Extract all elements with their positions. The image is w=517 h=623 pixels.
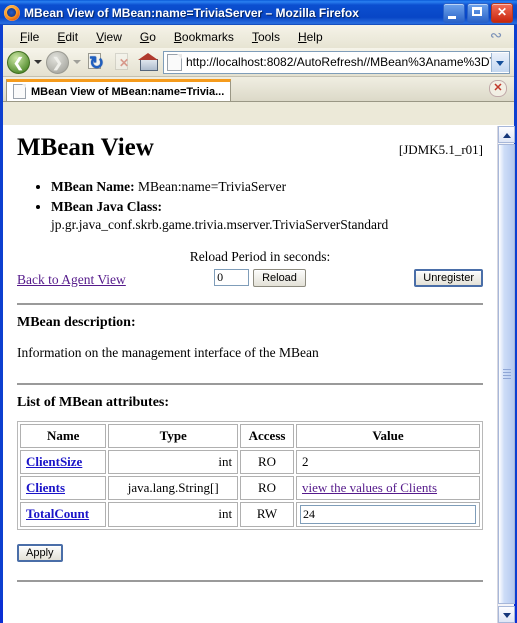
browser-window: MBean View of MBean:name=TriviaServer – … — [0, 0, 517, 623]
scrollbar-thumb[interactable] — [498, 144, 515, 604]
table-header-row: Name Type Access Value — [20, 423, 480, 448]
reload-period-controls: Reload — [160, 268, 360, 287]
column-header-access: Access — [240, 423, 294, 448]
scroll-up-icon[interactable] — [498, 126, 515, 143]
column-header-value: Value — [296, 423, 480, 448]
column-header-type: Type — [108, 423, 239, 448]
mbean-name-value: MBean:name=TriviaServer — [137, 179, 287, 194]
mbean-description-text: Information on the management interface … — [17, 344, 319, 360]
tab-label: MBean View of MBean:name=Trivia... — [31, 85, 225, 98]
list-item-mbean-name: MBean Name: MBean:name=TriviaServer — [51, 178, 483, 196]
navigation-toolbar: ❮ ❯ http://localhost:8082/AutoRefresh//M… — [3, 48, 514, 77]
menu-item-bookmarks[interactable]: Bookmarks — [165, 28, 243, 46]
menu-item-view[interactable]: View — [87, 28, 131, 46]
cell-attribute-access: RO — [240, 475, 294, 500]
forward-arrow-icon: ❯ — [46, 51, 69, 74]
apply-button[interactable]: Apply — [17, 543, 63, 562]
page-title: MBean View — [17, 134, 154, 161]
forward-history-dropdown[interactable] — [71, 50, 82, 74]
page-viewport: MBean View [JDMK5.1_r01] MBean Name: MBe… — [3, 125, 515, 623]
cell-attribute-value: 2 — [296, 449, 480, 474]
menu-item-tools[interactable]: Tools — [243, 28, 289, 46]
divider-top — [17, 302, 483, 305]
table-row: ClientSize int RO 2 — [20, 449, 480, 474]
url-dropdown-icon[interactable] — [491, 52, 509, 72]
scroll-down-icon[interactable] — [498, 606, 515, 623]
divider-middle — [17, 382, 483, 385]
browser-chrome: File Edit View Go Bookmarks Tools Help ∾… — [3, 25, 515, 623]
column-header-name: Name — [20, 423, 107, 448]
back-button[interactable]: ❮ — [6, 50, 30, 74]
divider-bottom — [17, 579, 483, 582]
cell-attribute-type: int — [108, 449, 239, 474]
tab-favicon-icon — [13, 84, 26, 99]
back-history-dropdown[interactable] — [32, 50, 43, 74]
tab-bar: MBean View of MBean:name=Trivia... ✕ — [3, 77, 514, 102]
attributes-table: Name Type Access Value ClientSize int RO… — [17, 420, 483, 530]
attributes-title: List of MBean attributes: — [17, 394, 170, 410]
cell-attribute-name: TotalCount — [20, 501, 107, 527]
firefox-brand-icon: ∾ — [489, 27, 503, 44]
minimize-button[interactable] — [443, 2, 465, 23]
address-bar[interactable]: http://localhost:8082/AutoRefresh//MBean… — [163, 50, 510, 74]
stop-icon — [110, 50, 134, 74]
table-row: Clients java.lang.String[] RO view the v… — [20, 475, 480, 500]
mbean-name-label: MBean Name: — [51, 179, 135, 194]
menu-bar: File Edit View Go Bookmarks Tools Help ∾ — [3, 25, 514, 48]
cell-attribute-access: RW — [240, 501, 294, 527]
back-arrow-icon: ❮ — [7, 51, 30, 74]
cell-attribute-name: Clients — [20, 475, 107, 500]
reload-period-label: Reload Period in seconds: — [189, 248, 331, 264]
page-content: MBean View [JDMK5.1_r01] MBean Name: MBe… — [3, 126, 497, 623]
reload-icon[interactable] — [84, 50, 108, 74]
cell-attribute-value: view the values of Clients — [296, 475, 480, 500]
mbean-info-list: MBean Name: MBean:name=TriviaServer MBea… — [17, 178, 483, 235]
page-favicon-icon — [167, 53, 182, 71]
attribute-link-clients[interactable]: Clients — [26, 480, 65, 495]
close-button[interactable] — [491, 2, 513, 23]
menu-item-file[interactable]: File — [11, 28, 48, 46]
view-values-of-clients-link[interactable]: view the values of Clients — [302, 480, 437, 495]
list-item-mbean-class: MBean Java Class: jp.gr.java_conf.skrb.g… — [51, 198, 483, 234]
apply-row: Apply — [17, 543, 483, 562]
reload-button[interactable]: Reload — [253, 268, 306, 287]
tab-active[interactable]: MBean View of MBean:name=Trivia... — [6, 79, 232, 101]
vertical-scrollbar[interactable] — [497, 126, 515, 623]
mbean-description-title: MBean description: — [17, 314, 136, 330]
controls-row: Back to Agent View Reload Period in seco… — [17, 249, 483, 293]
cell-attribute-access: RO — [240, 449, 294, 474]
url-input[interactable]: http://localhost:8082/AutoRefresh//MBean… — [186, 55, 491, 69]
reload-period-input[interactable] — [214, 269, 250, 287]
cell-attribute-type: int — [108, 501, 239, 527]
window-controls — [443, 2, 513, 23]
mbean-class-label: MBean Java Class: — [51, 199, 162, 215]
forward-button[interactable]: ❯ — [45, 50, 69, 74]
attribute-link-clientsize[interactable]: ClientSize — [26, 454, 82, 469]
cell-attribute-value — [296, 501, 480, 527]
mbean-class-value: jp.gr.java_conf.skrb.game.trivia.mserver… — [51, 217, 389, 233]
firefox-icon — [4, 4, 20, 21]
jdmk-version: [JDMK5.1_r01] — [398, 142, 483, 157]
menu-item-edit[interactable]: Edit — [48, 28, 87, 46]
attribute-link-totalcount[interactable]: TotalCount — [26, 506, 89, 521]
cell-attribute-name: ClientSize — [20, 449, 107, 474]
unregister-button[interactable]: Unregister — [414, 268, 483, 287]
totalcount-value-input[interactable] — [300, 504, 476, 524]
window-title: MBean View of MBean:name=TriviaServer – … — [24, 5, 359, 20]
title-bar: MBean View of MBean:name=TriviaServer – … — [0, 0, 517, 25]
back-to-agent-view-link[interactable]: Back to Agent View — [17, 272, 126, 288]
reload-period-group: Reload Period in seconds: Reload — [160, 249, 360, 287]
close-tab-icon[interactable]: ✕ — [489, 80, 507, 97]
menu-item-go[interactable]: Go — [131, 28, 165, 46]
menu-item-help[interactable]: Help — [289, 28, 332, 46]
cell-attribute-type: java.lang.String[] — [108, 475, 239, 500]
table-row: TotalCount int RW — [20, 501, 480, 527]
scrollbar-grip-icon — [503, 369, 511, 379]
home-icon[interactable] — [136, 50, 160, 74]
page-header: MBean View [JDMK5.1_r01] — [17, 134, 483, 162]
maximize-button[interactable] — [467, 2, 489, 23]
